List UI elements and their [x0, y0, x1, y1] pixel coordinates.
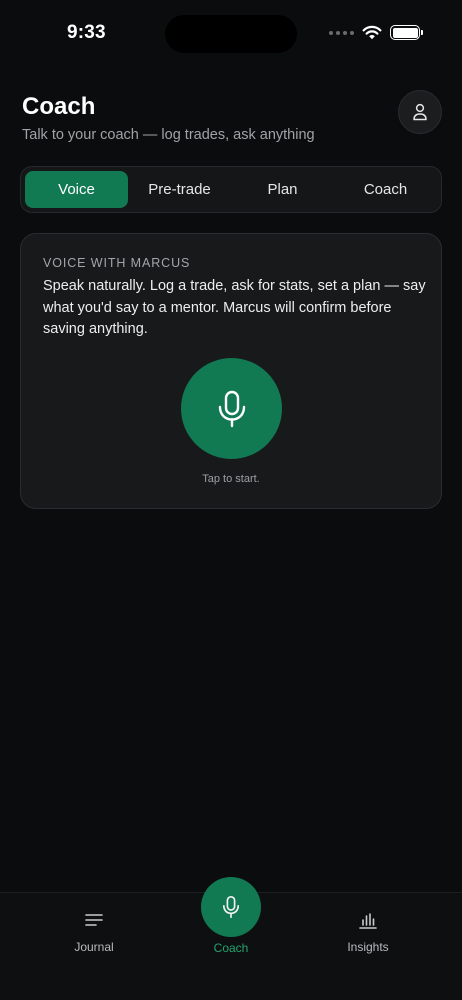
profile-button[interactable] [398, 90, 442, 134]
nav-coach-label: Coach [213, 941, 249, 955]
battery-icon [390, 25, 423, 40]
tab-coach[interactable]: Coach [334, 171, 437, 208]
mic-hint: Tap to start. [202, 473, 260, 485]
tab-voice[interactable]: Voice [25, 171, 128, 208]
nav-journal[interactable]: Journal [44, 893, 144, 973]
status-indicators [329, 25, 423, 40]
page-title: Coach [22, 93, 96, 120]
voice-card: VOICE WITH MARCUS Speak naturally. Log a… [20, 233, 442, 509]
microphone-icon [222, 895, 240, 919]
screen: 9:33 Coach Talk to your coach — log trad… [0, 0, 462, 1000]
start-voice-button[interactable] [181, 358, 282, 459]
bottom-nav: Journal Coach Insights [0, 877, 462, 1000]
nav-insights-label: Insights [347, 940, 389, 954]
card-description: Speak naturally. Log a trade, ask for st… [43, 278, 426, 337]
lines-icon [85, 914, 103, 926]
nav-insights[interactable]: Insights [318, 893, 418, 973]
tab-pre-trade[interactable]: Pre-trade [128, 171, 231, 208]
nav-journal-label: Journal [74, 940, 114, 954]
coach-fab[interactable] [201, 877, 261, 937]
bar-chart-icon [359, 913, 377, 929]
mode-tabs: Voice Pre-trade Plan Coach [20, 166, 442, 213]
dynamic-island [165, 15, 297, 53]
nav-coach[interactable]: Coach [181, 877, 281, 967]
microphone-icon [218, 390, 245, 427]
cellular-signal-icon [329, 30, 354, 35]
page-subtitle: Talk to your coach — log trades, ask any… [22, 127, 315, 143]
tab-plan[interactable]: Plan [231, 171, 334, 208]
card-kicker: VOICE WITH MARCUS [43, 256, 191, 270]
status-time: 9:33 [67, 22, 106, 43]
person-icon [413, 103, 427, 121]
wifi-icon [362, 25, 382, 40]
status-bar: 9:33 [0, 0, 462, 68]
